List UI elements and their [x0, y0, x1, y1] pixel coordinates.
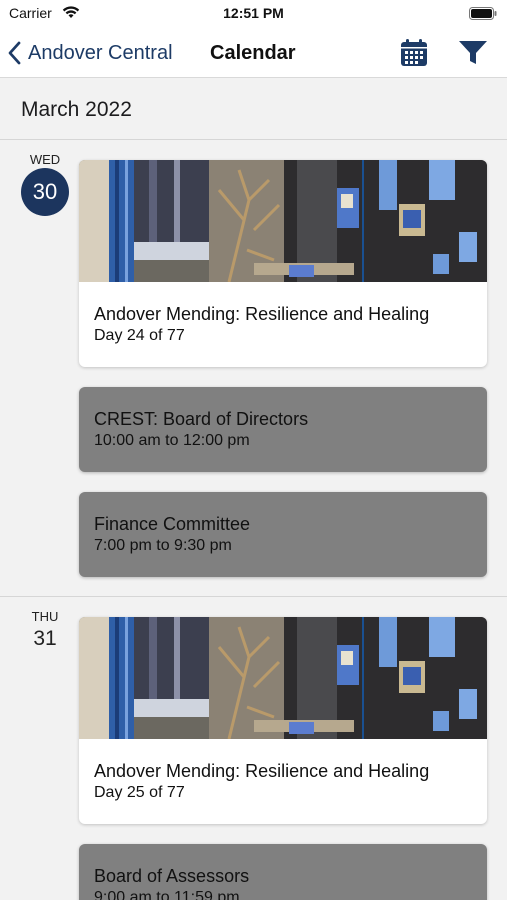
event-card[interactable]: Andover Mending: Resilience and Healing … — [79, 617, 487, 824]
event-photo — [79, 160, 487, 282]
event-card[interactable]: Andover Mending: Resilience and Healing … — [79, 160, 487, 367]
event-title: Board of Assessors — [94, 866, 250, 886]
divider — [0, 596, 507, 597]
day-weekday: WED — [29, 152, 61, 167]
status-bar: Carrier 12:51 PM — [0, 0, 507, 28]
calendar-icon — [401, 39, 427, 66]
event-title: Finance Committee — [94, 514, 251, 534]
event-card[interactable]: Board of Assessors 9:00 am to 11:59 pm — [79, 844, 487, 900]
status-time: 12:51 PM — [223, 5, 284, 21]
event-subtitle: Day 24 of 77 — [94, 327, 185, 344]
event-card[interactable]: CREST: Board of Directors 10:00 am to 12… — [79, 387, 487, 472]
back-button[interactable]: Andover Central — [8, 38, 173, 68]
event-subtitle: 7:00 pm to 9:30 pm — [94, 537, 232, 554]
day-weekday: THU — [31, 609, 59, 624]
day-number: 30 — [32, 179, 58, 204]
month-header: March 2022 — [0, 79, 507, 140]
battery-icon — [469, 7, 497, 20]
chevron-left-icon — [8, 41, 21, 65]
filter-button[interactable] — [456, 38, 490, 68]
calendar-button[interactable] — [398, 38, 430, 68]
back-label: Andover Central — [28, 41, 173, 64]
selected-day-circle[interactable]: 30 — [21, 168, 69, 216]
event-subtitle: 9:00 am to 11:59 pm — [94, 889, 240, 900]
event-title: Andover Mending: Resilience and Healing — [94, 304, 430, 324]
event-subtitle: 10:00 am to 12:00 pm — [94, 432, 250, 449]
filter-icon — [459, 41, 487, 64]
divider — [0, 139, 507, 140]
event-title: CREST: Board of Directors — [94, 409, 309, 429]
event-subtitle: Day 25 of 77 — [94, 784, 185, 801]
day-number[interactable]: 31 — [20, 627, 70, 651]
event-title: Andover Mending: Resilience and Healing — [94, 761, 430, 781]
navigation-bar: Andover Central Calendar — [0, 28, 507, 78]
page-title: Calendar — [210, 42, 296, 64]
month-label: March 2022 — [21, 98, 132, 121]
event-card[interactable]: Finance Committee 7:00 pm to 9:30 pm — [79, 492, 487, 577]
event-photo — [79, 617, 487, 739]
